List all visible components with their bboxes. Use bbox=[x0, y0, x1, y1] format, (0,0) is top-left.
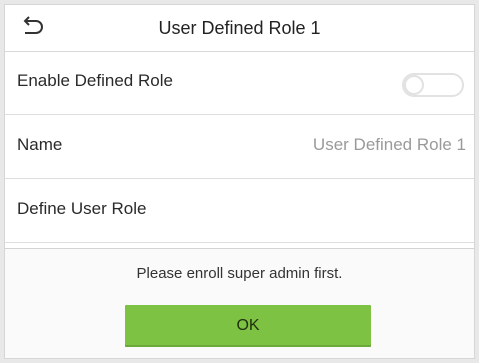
enable-defined-role-row[interactable]: Enable Defined Role bbox=[5, 51, 474, 115]
page-title: User Defined Role 1 bbox=[158, 18, 321, 38]
define-user-role-label: Define User Role bbox=[17, 199, 147, 218]
name-row[interactable]: Name User Defined Role 1 bbox=[5, 115, 474, 179]
ok-button[interactable]: OK bbox=[125, 305, 371, 347]
screen: User Defined Role 1 Enable Defined Role … bbox=[4, 4, 475, 359]
toggle-knob bbox=[404, 75, 424, 95]
title-bar: User Defined Role 1 bbox=[5, 5, 474, 52]
define-user-role-row[interactable]: Define User Role bbox=[5, 179, 474, 243]
dialog-message: Please enroll super admin first. bbox=[136, 265, 343, 282]
enable-defined-role-toggle[interactable] bbox=[402, 73, 464, 97]
name-label: Name bbox=[17, 135, 63, 154]
name-value: User Defined Role 1 bbox=[312, 135, 466, 154]
alert-dialog: Please enroll super admin first. OK bbox=[5, 248, 474, 358]
enable-defined-role-label: Enable Defined Role bbox=[17, 71, 173, 90]
